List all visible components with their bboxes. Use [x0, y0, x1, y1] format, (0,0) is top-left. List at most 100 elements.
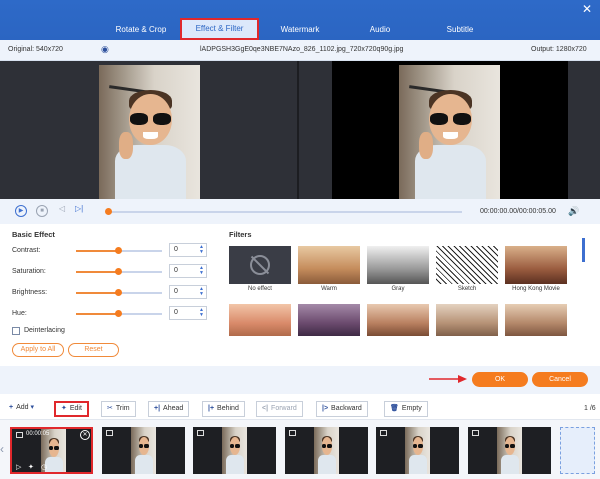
- original-size: Original: 540x720: [8, 46, 63, 53]
- close-icon[interactable]: ✕: [582, 2, 592, 16]
- add-button[interactable]: + Add ▾: [4, 401, 40, 417]
- scissors-icon: ✂: [107, 405, 113, 412]
- edit-clip-icon[interactable]: ✦: [28, 463, 34, 471]
- forward-button[interactable]: <| Forward: [256, 401, 303, 417]
- ok-button[interactable]: OK: [472, 372, 528, 387]
- filter-label-no-effect: No effect: [248, 286, 272, 292]
- filters-scrollbar[interactable]: [582, 238, 585, 262]
- volume-icon[interactable]: 🔊: [568, 206, 579, 217]
- edit-button[interactable]: ✦ Edit: [54, 401, 89, 417]
- behind-button[interactable]: |+ Behind: [202, 401, 245, 417]
- timeline-clip-5[interactable]: [376, 427, 459, 474]
- timeline-clip-2[interactable]: [102, 427, 185, 474]
- remove-clip-icon[interactable]: ✕: [80, 430, 90, 440]
- brightness-label: Brightness:: [12, 289, 48, 296]
- timeline-clip-6[interactable]: [468, 427, 551, 474]
- preview-divider: [297, 61, 299, 199]
- tab-effect-filter[interactable]: Effect & Filter: [180, 18, 259, 40]
- clip-thumbnail: [405, 427, 430, 474]
- output-size: Output: 1280x720: [531, 46, 587, 53]
- play-clip-icon[interactable]: ▷: [16, 463, 21, 471]
- previous-frame-icon[interactable]: ◁: [59, 204, 65, 213]
- contrast-value[interactable]: 0 ▲ ▼: [169, 243, 207, 257]
- original-photo: [99, 65, 200, 199]
- effect-filter-window: { "tabs": ["Rotate & Crop","Effect & Fil…: [0, 0, 600, 479]
- clip-thumbnail: [314, 427, 339, 474]
- stop-icon[interactable]: ■: [36, 205, 48, 217]
- progress-track[interactable]: [107, 211, 462, 213]
- tab-subtitle[interactable]: Subtitle: [430, 20, 490, 40]
- filter-label-hong-kong-movie: Hong Kong Movie: [512, 286, 560, 292]
- plus-icon: +: [9, 404, 14, 411]
- trim-button[interactable]: ✂ Trim: [101, 401, 136, 417]
- ahead-icon: +|: [154, 405, 161, 412]
- filter-no-effect[interactable]: [229, 246, 291, 284]
- deinterlacing-checkbox[interactable]: [12, 327, 20, 335]
- edit-icon: ✦: [61, 405, 67, 412]
- filter-label-warm: Warm: [321, 286, 337, 292]
- output-preview: [332, 61, 568, 199]
- filter-sketch[interactable]: [436, 246, 498, 284]
- filter-thumb-6[interactable]: [229, 304, 291, 336]
- clip-thumbnail: [222, 427, 247, 474]
- chevron-left-icon[interactable]: ‹: [0, 442, 4, 456]
- filter-hong-kong-movie[interactable]: [505, 246, 567, 284]
- clip-duration: 00:00:05: [26, 431, 50, 437]
- filters-title: Filters: [229, 230, 252, 239]
- eye-icon[interactable]: ◉: [101, 44, 109, 55]
- filter-thumb-10[interactable]: [505, 304, 567, 336]
- hue-value[interactable]: 0 ▲ ▼: [169, 306, 207, 320]
- cancel-button[interactable]: Cancel: [532, 372, 588, 387]
- hue-label: Hue:: [12, 310, 27, 317]
- tab-bar: Rotate & Crop Effect & Filter Watermark …: [0, 0, 600, 40]
- contrast-label: Contrast:: [12, 247, 41, 254]
- apply-to-all-button[interactable]: Apply to All: [12, 343, 64, 357]
- image-icon: [289, 430, 296, 436]
- forward-icon: <|: [262, 405, 269, 412]
- contrast-slider[interactable]: [76, 247, 162, 254]
- clip-thumbnail: [497, 427, 522, 474]
- image-icon: [380, 430, 387, 436]
- timeline-clip-3[interactable]: [193, 427, 276, 474]
- play-icon[interactable]: ▶: [15, 205, 27, 217]
- time-readout: 00:00:00.00/00:00:05.00: [480, 208, 556, 215]
- trash-icon: 🗑: [390, 405, 399, 412]
- reset-button[interactable]: Reset: [68, 343, 119, 357]
- chevron-down-icon: ▾: [30, 404, 35, 411]
- original-preview: [0, 61, 296, 199]
- ahead-button[interactable]: +| Ahead: [148, 401, 190, 417]
- clock-icon[interactable]: ◷: [41, 463, 47, 471]
- tab-watermark[interactable]: Watermark: [270, 20, 330, 40]
- image-icon: [197, 430, 204, 436]
- tab-rotate-crop[interactable]: Rotate & Crop: [110, 20, 172, 40]
- info-bar: Original: 540x720 ◉ lADPGSH3GgE0qe3NBE7N…: [0, 40, 600, 61]
- empty-button[interactable]: 🗑 Empty: [384, 401, 428, 417]
- filter-thumb-9[interactable]: [436, 304, 498, 336]
- deinterlacing-label: Deinterlacing: [24, 327, 65, 334]
- timeline-clip-4[interactable]: [285, 427, 368, 474]
- arrow-right-icon: [429, 375, 467, 383]
- brightness-value[interactable]: 0 ▲ ▼: [169, 285, 207, 299]
- tab-audio[interactable]: Audio: [350, 20, 410, 40]
- filter-thumb-7[interactable]: [298, 304, 360, 336]
- next-frame-icon[interactable]: ▷|: [75, 204, 83, 213]
- saturation-value[interactable]: 0 ▲ ▼: [169, 264, 207, 278]
- image-icon: [16, 432, 23, 438]
- behind-icon: |+: [208, 405, 215, 412]
- timeline-clip-1[interactable]: 00:00:05 ✕ ▷ ✦ ◷: [10, 427, 93, 474]
- brightness-slider[interactable]: [76, 289, 162, 296]
- saturation-label: Saturation:: [12, 268, 46, 275]
- preview-area: [0, 61, 600, 199]
- page-indicator: 1 /6: [584, 405, 596, 412]
- clip-thumbnail: [131, 427, 156, 474]
- backward-icon: |>: [322, 405, 329, 412]
- backward-button[interactable]: |> Backward: [316, 401, 368, 417]
- progress-handle[interactable]: [105, 208, 112, 215]
- filter-gray[interactable]: [367, 246, 429, 284]
- saturation-slider[interactable]: [76, 268, 162, 275]
- filter-warm[interactable]: [298, 246, 360, 284]
- hue-slider[interactable]: [76, 310, 162, 317]
- output-photo: [399, 65, 500, 199]
- filter-thumb-8[interactable]: [367, 304, 429, 336]
- add-clip-placeholder[interactable]: [560, 427, 595, 474]
